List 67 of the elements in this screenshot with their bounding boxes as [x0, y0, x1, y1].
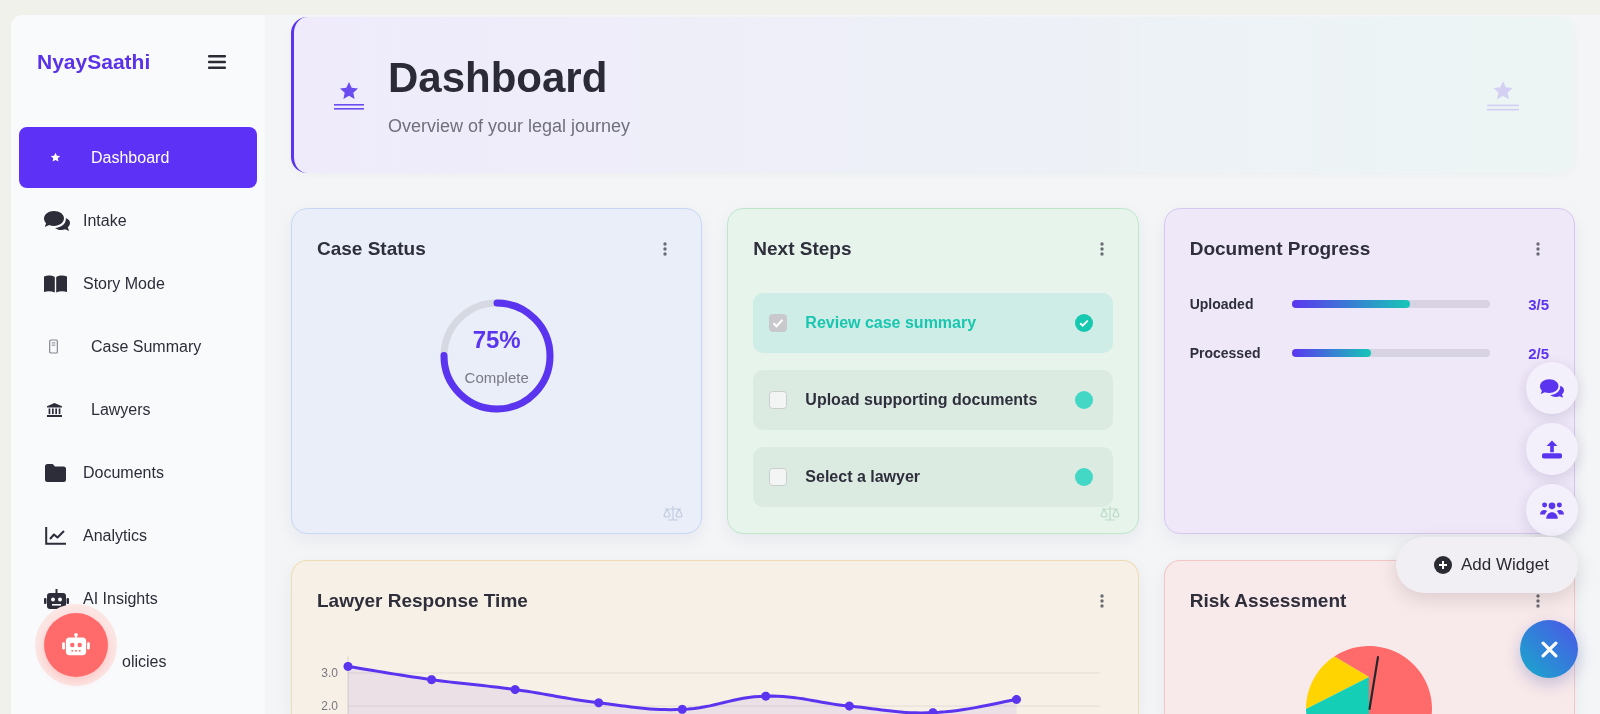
nav-item[interactable]: Dashboard — [19, 127, 257, 188]
menu-icon[interactable] — [208, 55, 226, 69]
nav-item[interactable]: Analytics — [19, 505, 257, 566]
card-title: Next Steps — [753, 237, 852, 261]
plus-circle-icon — [1434, 556, 1452, 574]
task-label: Select a lawyer — [805, 468, 922, 486]
data-point — [928, 708, 938, 714]
scales-icon — [663, 505, 684, 521]
progress-label: Uploaded — [1189, 296, 1255, 312]
data-point — [343, 661, 353, 671]
card-title: Document Progress — [1189, 237, 1371, 261]
progress-count: 2/5 — [1528, 344, 1549, 362]
robot-icon — [62, 633, 90, 657]
pie-needle — [1368, 655, 1380, 711]
app-logo[interactable]: NyaySaathi — [37, 50, 151, 74]
nav-item[interactable]: Story Mode — [19, 253, 257, 314]
checkbox[interactable] — [769, 391, 788, 409]
nav-item[interactable]: Intake — [19, 190, 257, 251]
task-label: Upload supporting documents — [805, 391, 1039, 409]
more-options-icon[interactable] — [1536, 594, 1540, 608]
check-circle-icon — [1074, 314, 1093, 332]
axis-tick-label: 3.0 — [321, 666, 338, 680]
scales-icon — [1099, 505, 1120, 521]
data-point — [510, 685, 520, 695]
data-point — [761, 691, 771, 701]
nav-item[interactable]: olicies — [19, 631, 257, 692]
more-options-icon[interactable] — [1536, 242, 1540, 256]
users-icon — [1540, 501, 1564, 519]
data-point — [594, 698, 604, 708]
chat-bubbles-icon — [44, 210, 70, 231]
percent-value: 75% — [472, 325, 521, 354]
task-label: Review case summary — [805, 314, 978, 332]
page-subtitle: Overview of your legal journey — [388, 114, 631, 137]
nav-item[interactable]: AI Insights — [19, 568, 257, 629]
axis-tick-label: 2.0 — [321, 699, 338, 714]
progress-caption: Complete — [464, 368, 529, 387]
close-icon — [1540, 640, 1558, 658]
page-title: Dashboard — [388, 53, 609, 102]
document-icon — [49, 339, 58, 354]
checkbox[interactable] — [769, 314, 788, 332]
folder-icon — [45, 463, 66, 482]
robot-icon — [44, 588, 69, 609]
data-point — [427, 675, 437, 685]
data-point — [677, 704, 687, 714]
status-dot-icon — [1074, 391, 1093, 409]
data-point — [844, 701, 854, 711]
bank-building-icon — [47, 402, 62, 417]
star-icon — [50, 152, 61, 163]
line-chart-icon — [45, 526, 66, 545]
more-options-icon[interactable] — [1099, 594, 1104, 608]
progress-label: Processed — [1189, 345, 1262, 361]
checkbox[interactable] — [769, 468, 788, 486]
status-dot-icon — [1074, 468, 1093, 486]
progress-count: 3/5 — [1528, 295, 1549, 313]
data-point — [1012, 694, 1021, 704]
nav-item[interactable]: Lawyers — [19, 379, 257, 440]
chat-bubbles-icon — [1540, 378, 1564, 398]
nav-item[interactable]: Documents — [19, 442, 257, 503]
upload-icon — [1542, 439, 1562, 459]
add-widget-button[interactable]: Add Widget — [1396, 537, 1578, 593]
more-options-icon[interactable] — [1099, 242, 1104, 256]
nav-item[interactable]: Case Summary — [19, 316, 257, 377]
more-options-icon[interactable] — [663, 242, 668, 256]
open-book-icon — [44, 274, 67, 293]
card-title: Risk Assessment — [1189, 589, 1347, 613]
card-title: Case Status — [317, 237, 426, 261]
card-title: Lawyer Response Time — [317, 589, 528, 613]
